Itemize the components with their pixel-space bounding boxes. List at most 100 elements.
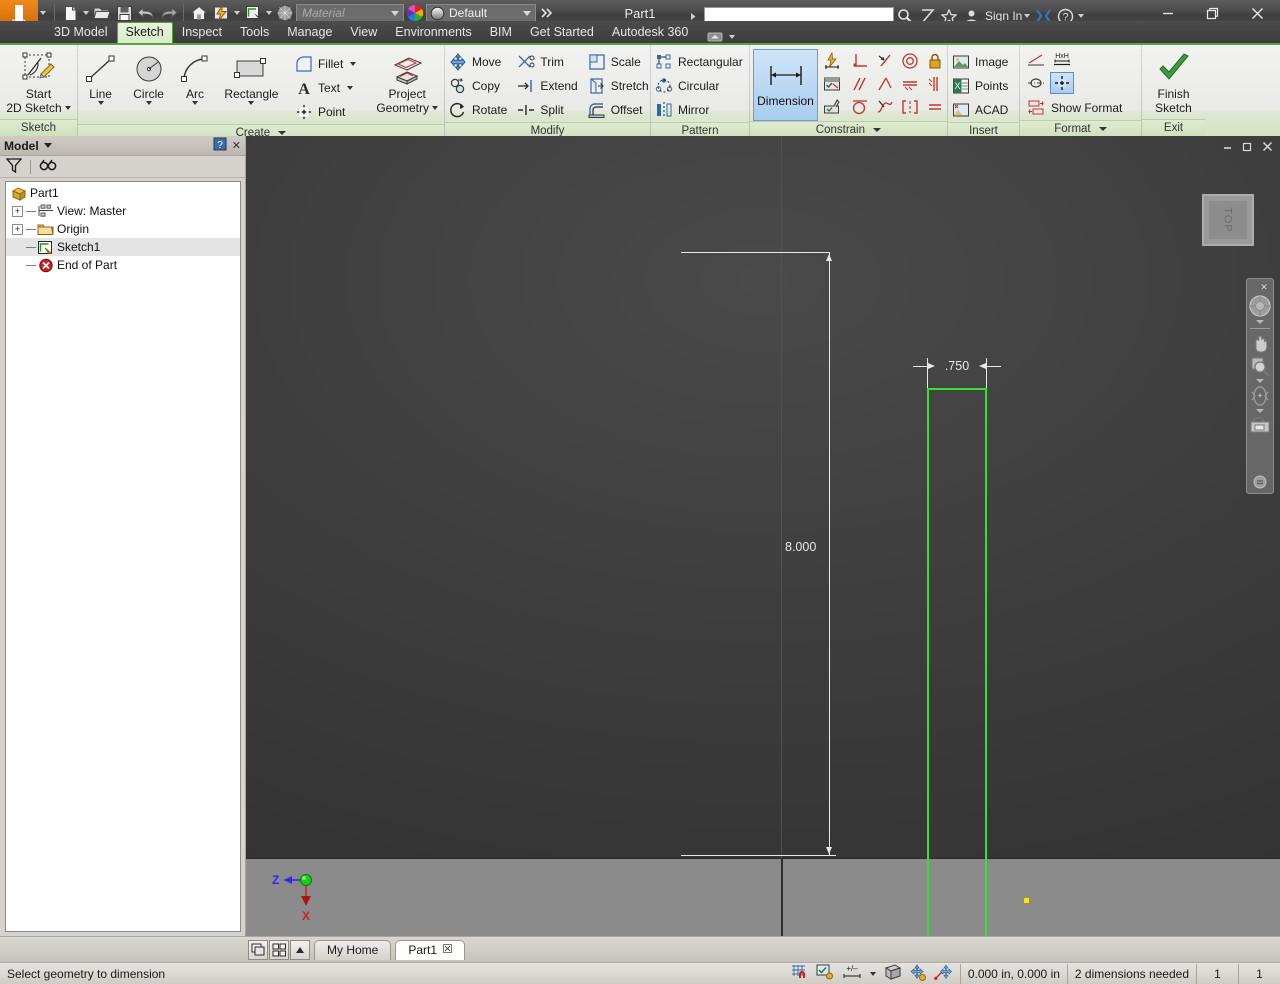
- view-cube[interactable]: TOP: [1202, 194, 1254, 246]
- browser-header[interactable]: Model ? ✕: [0, 136, 245, 156]
- dimension-input-icon[interactable]: +/–: [841, 964, 863, 983]
- smooth-constraint-icon[interactable]: [873, 96, 897, 118]
- tree-item-sketch1[interactable]: Sketch1: [6, 238, 240, 256]
- image-button[interactable]: Image: [948, 50, 1014, 74]
- navbar-close-icon[interactable]: ✕: [1258, 282, 1270, 293]
- project-geometry-dropdown-icon[interactable]: [432, 106, 438, 110]
- zoom-magnifier-icon[interactable]: [1248, 355, 1272, 377]
- navbar-menu-icon[interactable]: [1248, 475, 1272, 489]
- tab-sketch[interactable]: Sketch: [116, 22, 173, 43]
- steering-wheel-icon[interactable]: [1248, 294, 1272, 318]
- tab-tools[interactable]: Tools: [231, 22, 278, 43]
- acad-button[interactable]: ACAD: [948, 98, 1014, 122]
- split-button[interactable]: Split: [513, 98, 583, 122]
- browser-close-icon[interactable]: ✕: [232, 139, 241, 152]
- points-button[interactable]: X Points: [948, 74, 1014, 98]
- appearance-combo[interactable]: Default: [426, 3, 536, 23]
- dimension-width[interactable]: .750: [913, 358, 1001, 388]
- tree-item-part1[interactable]: Part1: [6, 184, 240, 202]
- scroll-tabs-icon[interactable]: [290, 939, 310, 960]
- tangent-constraint-icon[interactable]: [848, 96, 872, 118]
- format-panel-dropdown-icon[interactable]: [1098, 126, 1107, 131]
- tab-environments[interactable]: Environments: [386, 22, 480, 43]
- finish-sketch-button[interactable]: Finish Sketch: [1142, 48, 1205, 115]
- offset-button[interactable]: Offset: [584, 98, 655, 122]
- relax-drag-icon[interactable]: [909, 963, 927, 984]
- tree-item-end-of-part[interactable]: End of Part: [6, 256, 240, 274]
- expand-icon[interactable]: +: [12, 223, 23, 235]
- move-button[interactable]: Move: [445, 50, 513, 74]
- pan-hand-icon[interactable]: [1248, 332, 1272, 354]
- equal-constraint-icon[interactable]: [923, 96, 947, 118]
- construction-line-icon[interactable]: [1024, 48, 1048, 70]
- tree-item-origin[interactable]: + Origin: [6, 220, 240, 238]
- slice-graphics-icon[interactable]: [883, 963, 902, 984]
- coincident-constraint-icon[interactable]: [873, 50, 897, 72]
- graphics-window[interactable]: .750 8.000 Z X TOP ✕: [246, 136, 1280, 936]
- expand-icon[interactable]: +: [12, 205, 23, 217]
- start-2d-sketch-button[interactable]: Start 2D Sketch: [0, 48, 77, 115]
- fillet-dropdown-icon[interactable]: [350, 62, 357, 66]
- rectangle-button[interactable]: Rectangle: [216, 48, 287, 105]
- constraint-settings-icon[interactable]: [820, 96, 844, 118]
- arc-dropdown-icon[interactable]: [191, 101, 198, 105]
- tab-part1[interactable]: Part1: [395, 939, 466, 960]
- text-dropdown-icon[interactable]: [346, 86, 353, 90]
- tile-windows-icon[interactable]: [269, 939, 289, 960]
- dimension-button[interactable]: Dimension: [753, 49, 818, 121]
- circle-button[interactable]: Circle: [123, 48, 174, 105]
- circular-pattern-button[interactable]: Circular: [651, 74, 749, 98]
- start-2d-sketch-dropdown-icon[interactable]: [64, 106, 71, 110]
- tab-part1-close-icon[interactable]: [443, 944, 453, 956]
- show-constraints-icon[interactable]: [820, 73, 844, 95]
- mirror-button[interactable]: Mirror: [651, 98, 749, 122]
- rotate-button[interactable]: Rotate: [445, 98, 513, 122]
- symmetric-constraint-icon[interactable]: [898, 96, 922, 118]
- arc-button[interactable]: Arc: [174, 48, 216, 105]
- cloud-dropdown-icon[interactable]: [729, 34, 736, 39]
- tab-3d-model[interactable]: 3D Model: [45, 22, 117, 43]
- doc-close-button[interactable]: [1259, 139, 1276, 154]
- constrain-panel-dropdown-icon[interactable]: [873, 127, 882, 132]
- find-icon[interactable]: [39, 158, 57, 175]
- trim-button[interactable]: Trim: [513, 50, 583, 74]
- look-at-camera-icon[interactable]: [1248, 415, 1272, 435]
- fillet-button[interactable]: Fillet: [291, 52, 362, 76]
- view-cube-top-face[interactable]: TOP: [1209, 201, 1247, 239]
- circle-dropdown-icon[interactable]: [145, 101, 152, 105]
- project-geometry-button[interactable]: Project Geometry: [370, 48, 444, 115]
- concentric-constraint-icon[interactable]: [898, 50, 922, 72]
- browser-help-icon[interactable]: ?: [213, 137, 227, 154]
- cloud-status-icon[interactable]: [707, 30, 736, 43]
- tab-view[interactable]: View: [341, 22, 386, 43]
- centerline-icon[interactable]: [1024, 72, 1048, 94]
- orbit-icon[interactable]: [1248, 385, 1272, 407]
- tab-bim[interactable]: BIM: [481, 22, 521, 43]
- parallel-constraint-icon[interactable]: [848, 73, 872, 95]
- tab-autodesk-360[interactable]: Autodesk 360: [603, 22, 697, 43]
- constraint-persist-icon[interactable]: [934, 963, 952, 984]
- rectangle-dropdown-icon[interactable]: [248, 101, 255, 105]
- driven-dimension-icon[interactable]: HxH: [1050, 48, 1074, 70]
- horizontal-constraint-icon[interactable]: [898, 73, 922, 95]
- orbit-dropdown-icon[interactable]: [1256, 409, 1264, 413]
- tab-inspect[interactable]: Inspect: [173, 22, 231, 43]
- extend-button[interactable]: Extend: [513, 74, 583, 98]
- collinear-constraint-icon[interactable]: [873, 73, 897, 95]
- panel-title-format[interactable]: Format: [1020, 120, 1141, 137]
- tree-item-view-master[interactable]: + View: Master: [6, 202, 240, 220]
- sketch-rectangle[interactable]: [927, 388, 987, 936]
- dimension-input-dropdown-icon[interactable]: [869, 971, 876, 976]
- browser-dropdown-icon[interactable]: [43, 143, 52, 148]
- tab-get-started[interactable]: Get Started: [521, 22, 603, 43]
- cascade-windows-icon[interactable]: [248, 939, 268, 960]
- tab-manage[interactable]: Manage: [278, 22, 341, 43]
- line-dropdown-icon[interactable]: [97, 101, 104, 105]
- center-point-icon[interactable]: [1050, 72, 1074, 94]
- scale-button[interactable]: Scale: [584, 50, 655, 74]
- constraint-inference-icon[interactable]: [816, 964, 834, 983]
- auto-dimension-icon[interactable]: [820, 50, 844, 72]
- text-button[interactable]: A Text: [291, 76, 362, 100]
- rectangular-pattern-button[interactable]: Rectangular: [651, 50, 749, 74]
- filter-icon[interactable]: [5, 157, 23, 176]
